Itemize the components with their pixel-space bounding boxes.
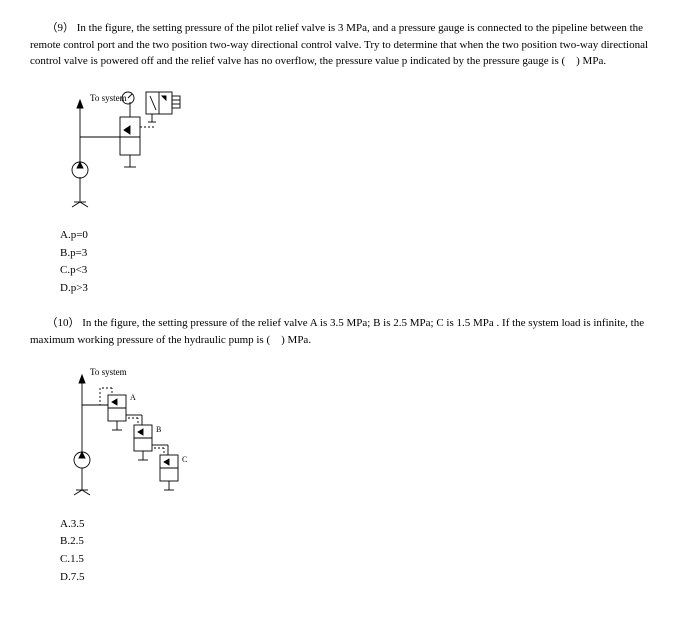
question-9-options: A.p=0 B.p=3 C.p<3 D.p>3: [60, 227, 670, 297]
question-10-options: A.3.5 B.2.5 C.1.5 D.7.5: [60, 516, 670, 586]
valve-c-label: C: [182, 455, 187, 464]
option-10-a: A.3.5: [60, 516, 670, 534]
question-9-body: In the figure, the setting pressure of t…: [30, 22, 648, 67]
option-10-b: B.2.5: [60, 533, 670, 551]
hydraulic-schematic-10-icon: To system A B: [60, 360, 220, 500]
option-9-c: C.p<3: [60, 262, 670, 280]
option-9-b: B.p=3: [60, 245, 670, 263]
question-9-figure: To system: [60, 82, 190, 212]
to-system-label-10: To system: [90, 367, 127, 377]
question-10-text: （10） In the figure, the setting pressure…: [30, 315, 670, 348]
option-9-a: A.p=0: [60, 227, 670, 245]
valve-a-label: A: [130, 393, 136, 402]
option-10-c: C.1.5: [60, 551, 670, 569]
option-9-d: D.p>3: [60, 280, 670, 298]
question-9-number: （9）: [47, 22, 75, 34]
question-10-figure: To system A B: [60, 360, 220, 500]
question-10-body: In the figure, the setting pressure of t…: [30, 317, 644, 346]
valve-b-label: B: [156, 425, 161, 434]
option-10-d: D.7.5: [60, 569, 670, 587]
question-9-text: （9） In the figure, the setting pressure …: [30, 20, 670, 70]
to-system-label-9: To system: [90, 93, 127, 103]
hydraulic-schematic-9-icon: To system: [60, 82, 190, 212]
question-9: （9） In the figure, the setting pressure …: [30, 20, 670, 297]
question-10-number: （10）: [47, 317, 80, 329]
question-10: （10） In the figure, the setting pressure…: [30, 315, 670, 586]
